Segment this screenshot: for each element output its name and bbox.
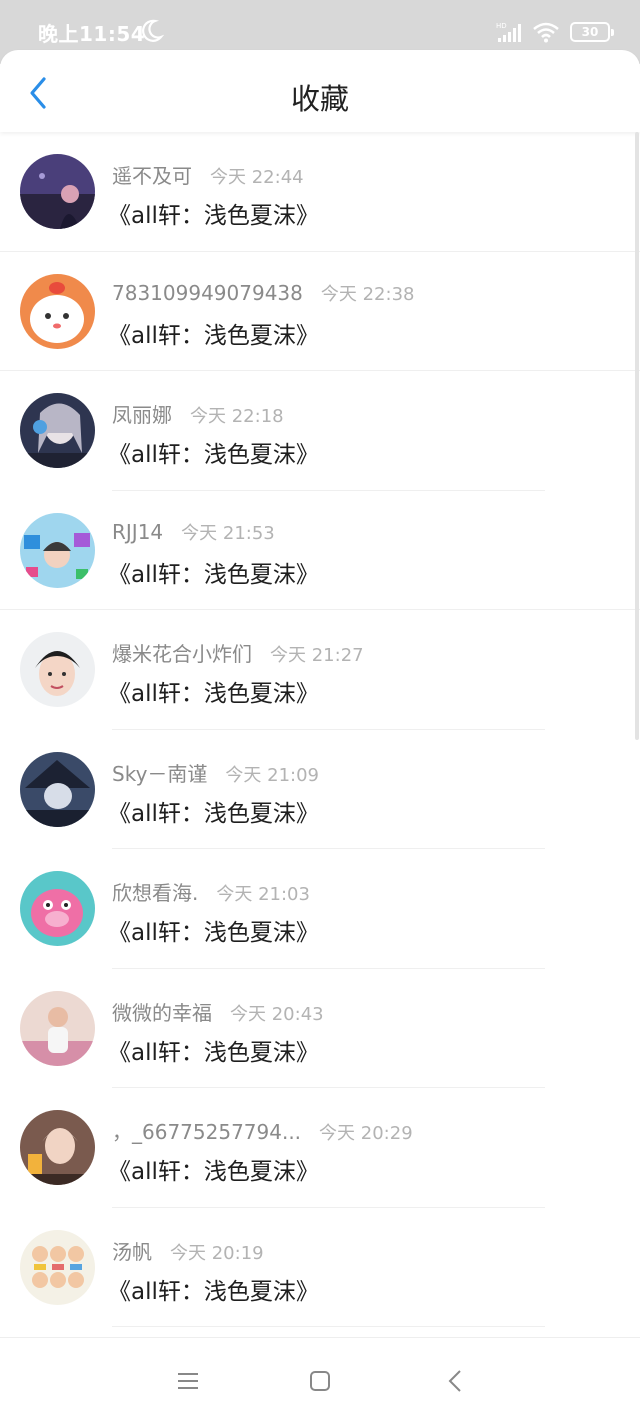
item-title: 《all轩：浅色夏沫》: [108, 442, 319, 468]
avatar[interactable]: [20, 990, 95, 1066]
timestamp: 今天 22:38: [320, 283, 415, 305]
list-item[interactable]: 遥不及可 今天 22:44 《all轩：浅色夏沫》: [0, 132, 640, 252]
item-meta: Sky－南谨 今天 21:09: [112, 758, 319, 787]
avatar-image: [20, 1229, 95, 1305]
avatar[interactable]: [20, 1110, 95, 1185]
nav-back-button[interactable]: [440, 1366, 470, 1396]
avatar[interactable]: [20, 871, 95, 946]
item-title: 《all轩：浅色夏沫》: [108, 203, 319, 229]
user-name: 遥不及可: [112, 164, 192, 188]
avatar-image: [20, 393, 95, 468]
timestamp: 今天 21:03: [216, 884, 310, 905]
home-button[interactable]: [305, 1366, 335, 1396]
moon-icon: [142, 19, 164, 42]
svg-text:HD: HD: [496, 22, 507, 30]
timestamp: 今天 21:53: [181, 522, 275, 544]
wifi-icon: [533, 22, 559, 43]
scrollbar[interactable]: [635, 132, 639, 740]
timestamp: 今天 22:18: [190, 406, 284, 427]
list-item[interactable]: 欣想看海. 今天 21:03 《all轩：浅色夏沫》: [0, 849, 640, 969]
item-title: 《all轩：浅色夏沫》: [108, 561, 319, 588]
user-name: RJJ14: [112, 519, 164, 544]
page-title: 收藏: [290, 82, 349, 116]
item-meta: 微微的幸福 今天 20:43: [112, 997, 324, 1026]
user-name: 欣想看海.: [112, 881, 199, 905]
list-item[interactable]: 微微的幸福 今天 20:43 《all轩：浅色夏沫》: [0, 969, 640, 1089]
item-title: 《all轩：浅色夏沫》: [108, 1278, 319, 1305]
avatar[interactable]: [20, 751, 95, 827]
list-item[interactable]: 凤丽娜 今天 22:18 《all轩：浅色夏沫》: [0, 371, 640, 491]
avatar-image: [20, 632, 95, 707]
item-meta: 783109949079438 今天 22:38: [112, 280, 414, 306]
avatar[interactable]: [20, 273, 95, 349]
item-title: 《all轩：浅色夏沫》: [108, 322, 319, 349]
user-name: 汤帆: [112, 1239, 152, 1264]
avatar-image: [20, 871, 95, 946]
avatar-image: [20, 1110, 95, 1185]
timestamp: 今天 21:27: [270, 645, 364, 666]
item-title: 《all轩：浅色夏沫》: [108, 1039, 319, 1066]
item-meta: 欣想看海. 今天 21:03: [112, 877, 310, 906]
avatar-image: [20, 990, 95, 1066]
list-item[interactable]: 汤帆 今天 20:19 《all轩：浅色夏沫》: [0, 1208, 640, 1328]
system-nav-bar: [0, 1337, 640, 1422]
avatar-image: [20, 751, 95, 827]
triangle-back-icon: [448, 1370, 461, 1392]
timestamp: 今天 20:19: [170, 1242, 264, 1264]
item-meta: 爆米花合小炸们 今天 21:27: [112, 638, 364, 667]
item-title: 《all轩：浅色夏沫》: [108, 920, 319, 946]
user-name: 凤丽娜: [112, 403, 172, 427]
battery-icon: 30: [570, 22, 614, 42]
menu-button[interactable]: [173, 1366, 203, 1396]
list-item[interactable]: ，_66775257794... 今天 20:29 《all轩：浅色夏沫》: [0, 1088, 640, 1208]
item-meta: 遥不及可 今天 22:44: [112, 160, 304, 189]
item-title: 《all轩：浅色夏沫》: [108, 681, 319, 707]
avatar-image: [20, 154, 95, 229]
item-meta: RJJ14 今天 21:53: [112, 519, 275, 545]
item-meta: ，_66775257794... 今天 20:29: [112, 1116, 413, 1145]
avatar[interactable]: [20, 1229, 95, 1305]
avatar[interactable]: [20, 632, 95, 707]
list-item[interactable]: RJJ14 今天 21:53 《all轩：浅色夏沫》: [0, 491, 640, 611]
user-name: Sky－南谨: [112, 761, 208, 786]
list-item[interactable]: 783109949079438 今天 22:38 《all轩：浅色夏沫》: [0, 252, 640, 372]
timestamp: 今天 20:43: [230, 1003, 324, 1025]
menu-lines-icon: [178, 1373, 198, 1389]
list-item[interactable]: Sky－南谨 今天 21:09 《all轩：浅色夏沫》: [0, 730, 640, 850]
avatar[interactable]: [20, 154, 95, 229]
timestamp: 今天 20:29: [319, 1123, 413, 1144]
user-name: 微微的幸福: [112, 1000, 212, 1025]
avatar[interactable]: [20, 393, 95, 468]
square-home-icon: [310, 1371, 330, 1391]
user-name: 爆米花合小炸们: [112, 642, 252, 666]
item-meta: 汤帆 今天 20:19: [112, 1236, 264, 1265]
item-meta: 凤丽娜 今天 22:18: [112, 399, 284, 428]
signal-icon: HD: [496, 22, 521, 42]
favorites-list: 遥不及可 今天 22:44 《all轩：浅色夏沫》 78310994907943…: [0, 132, 640, 1327]
item-title: 《all轩：浅色夏沫》: [108, 1159, 319, 1185]
item-title: 《all轩：浅色夏沫》: [108, 800, 319, 827]
timestamp: 今天 22:44: [210, 167, 304, 188]
list-item[interactable]: 爆米花合小炸们 今天 21:27 《all轩：浅色夏沫》: [0, 610, 640, 730]
avatar-image: [20, 512, 95, 588]
status-time: 晚上11:54: [38, 22, 146, 46]
avatar[interactable]: [20, 512, 95, 588]
header: 收藏: [0, 50, 640, 132]
avatar-image: [20, 273, 95, 349]
user-name: ，_66775257794...: [112, 1120, 302, 1144]
user-name: 783109949079438: [112, 280, 303, 305]
status-icons: HD 30: [496, 18, 614, 46]
battery-level: 30: [581, 25, 599, 39]
timestamp: 今天 21:09: [225, 764, 320, 786]
